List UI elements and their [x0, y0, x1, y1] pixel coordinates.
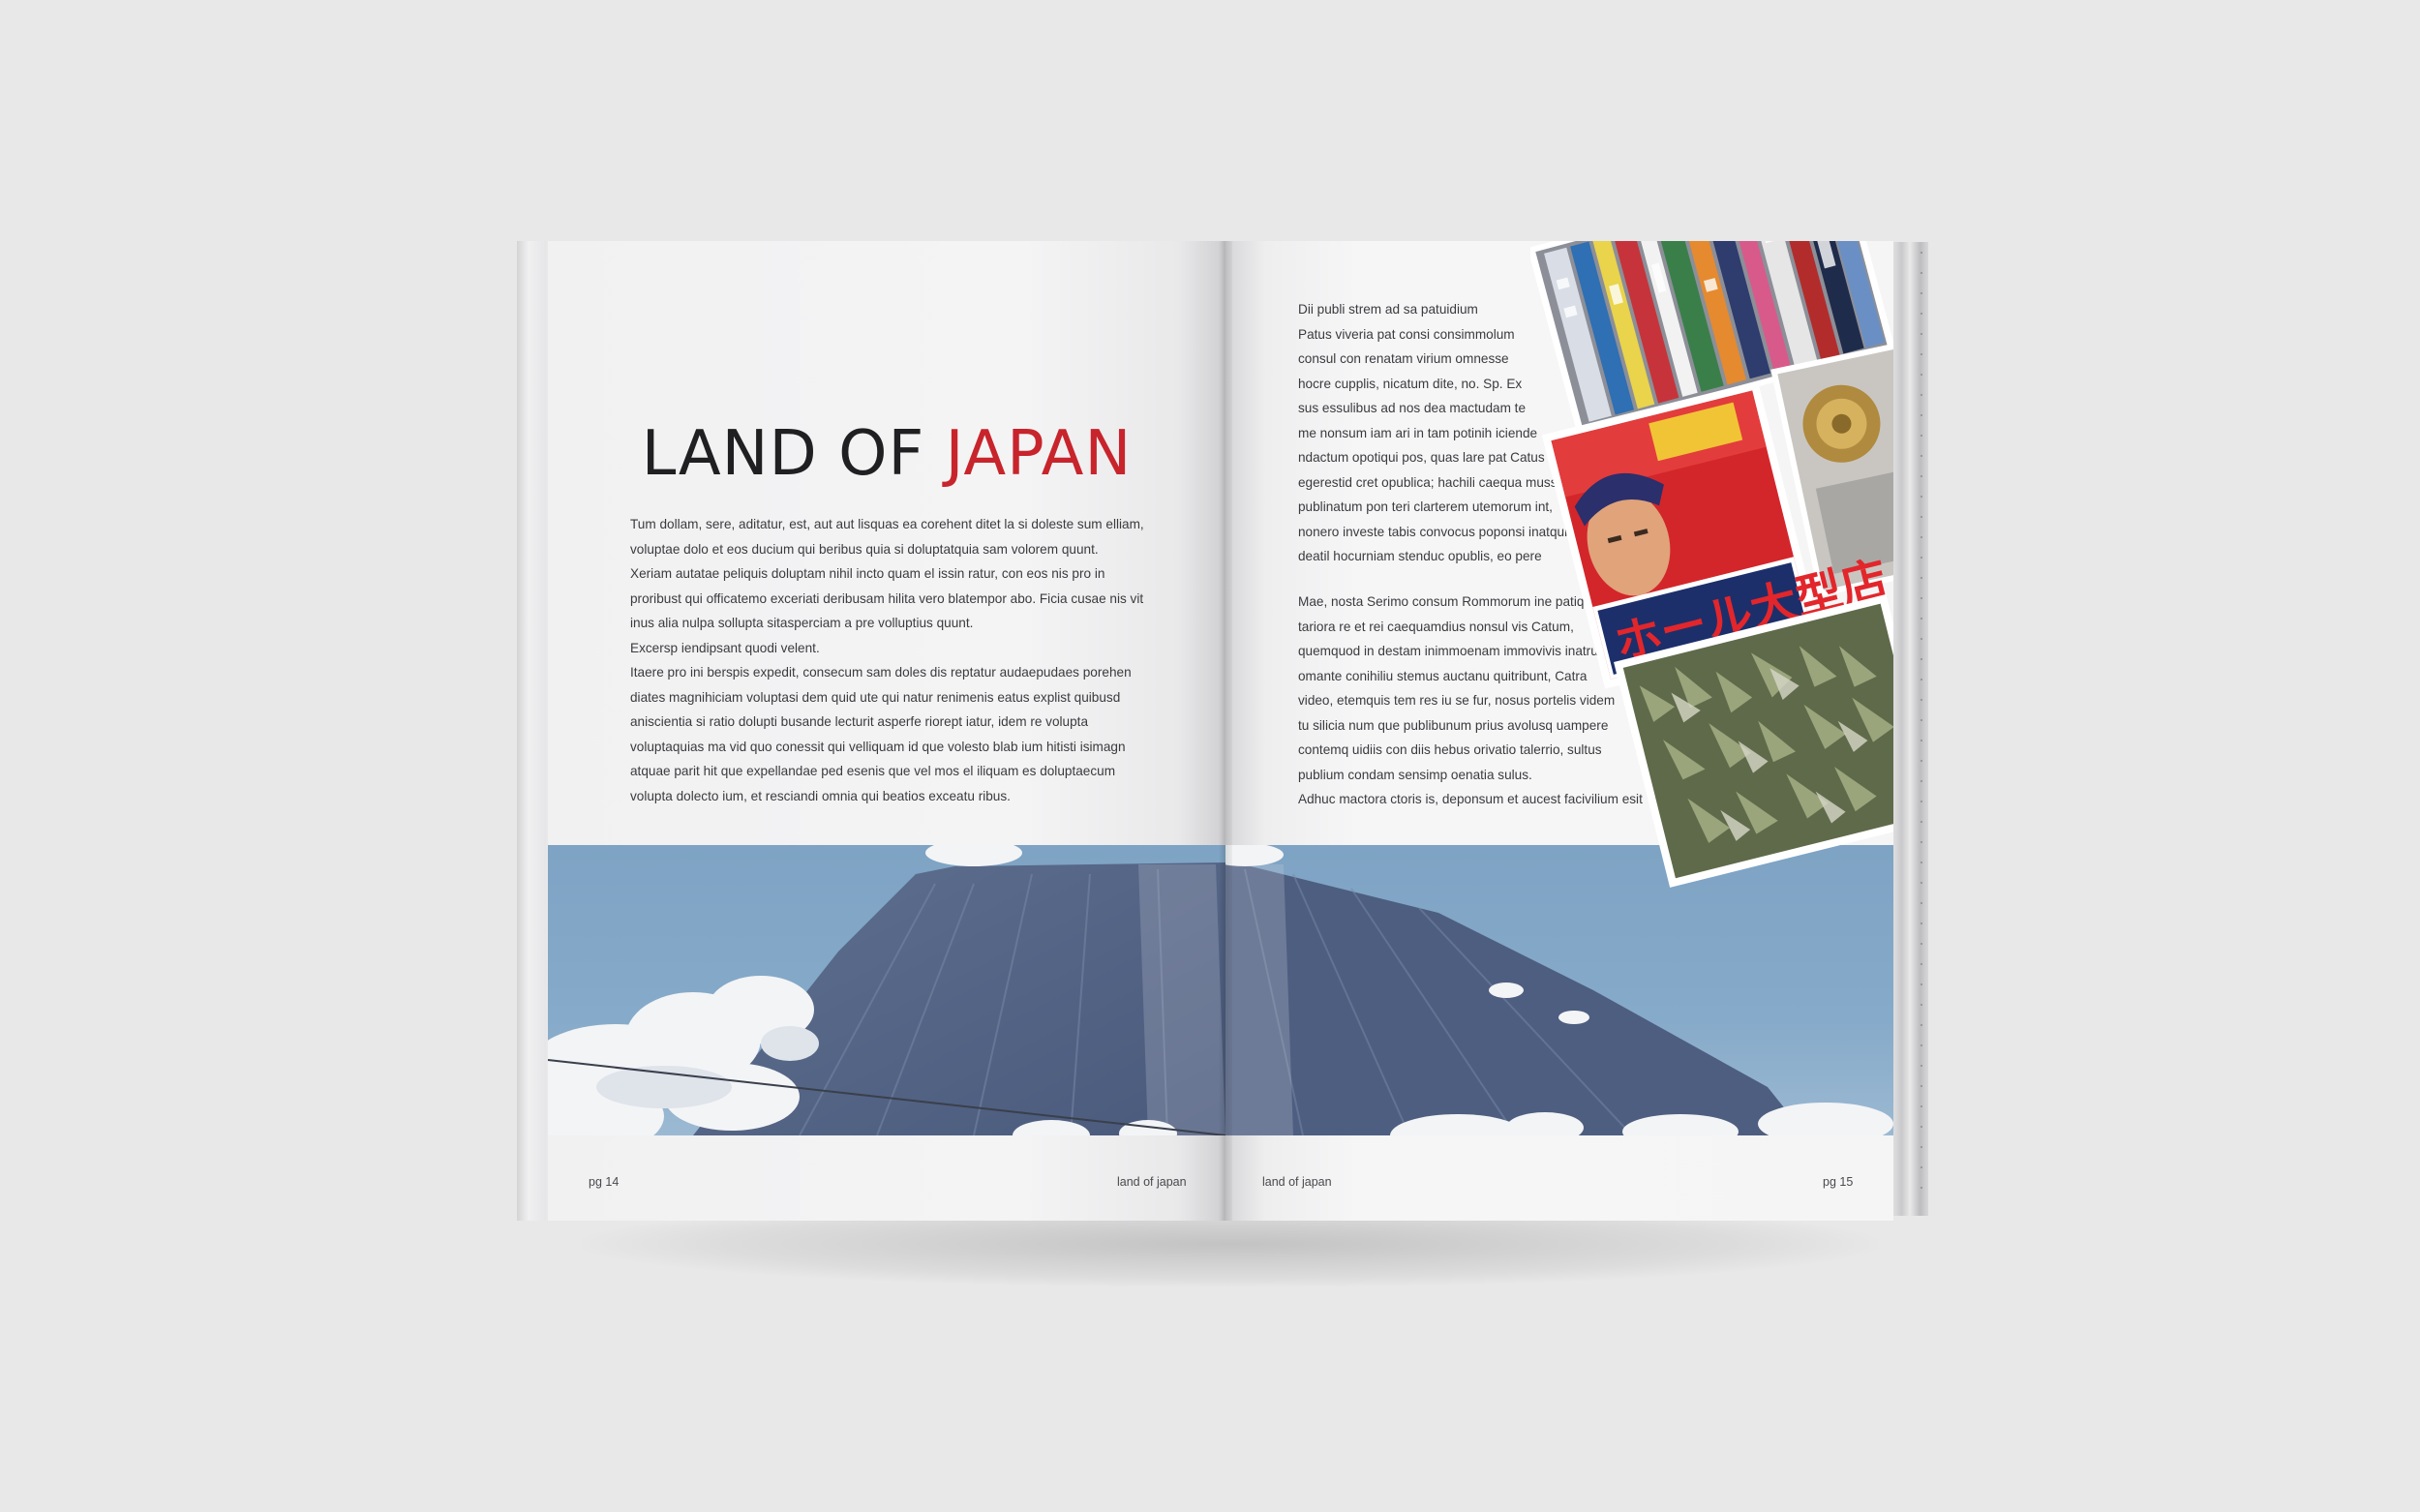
page-edge-dots [1921, 252, 1922, 1200]
mountain-photo-left [548, 845, 1225, 1135]
footer-running-title-right: land of japan [1262, 1175, 1332, 1189]
title-accent: JAPAN [945, 417, 1133, 490]
footer-running-title-left: land of japan [1117, 1175, 1187, 1189]
photo-collage: ホール大型店 [1530, 241, 1893, 919]
right-page: Dii publi strem ad sa patuidium Patus vi… [1225, 241, 1893, 1221]
footer-page-number-left: pg 14 [589, 1175, 620, 1189]
footer-page-number-right: pg 15 [1823, 1175, 1854, 1189]
book-spine [1219, 241, 1232, 1221]
title-main: LAND OF [641, 417, 946, 490]
left-page-edges [517, 241, 546, 1221]
left-page: LAND OF JAPAN Tum dollam, sere, aditatur… [548, 241, 1225, 1221]
left-body-paragraph: Tum dollam, sere, aditatur, est, aut aut… [630, 517, 1144, 803]
page-title: LAND OF JAPAN [548, 418, 1225, 490]
